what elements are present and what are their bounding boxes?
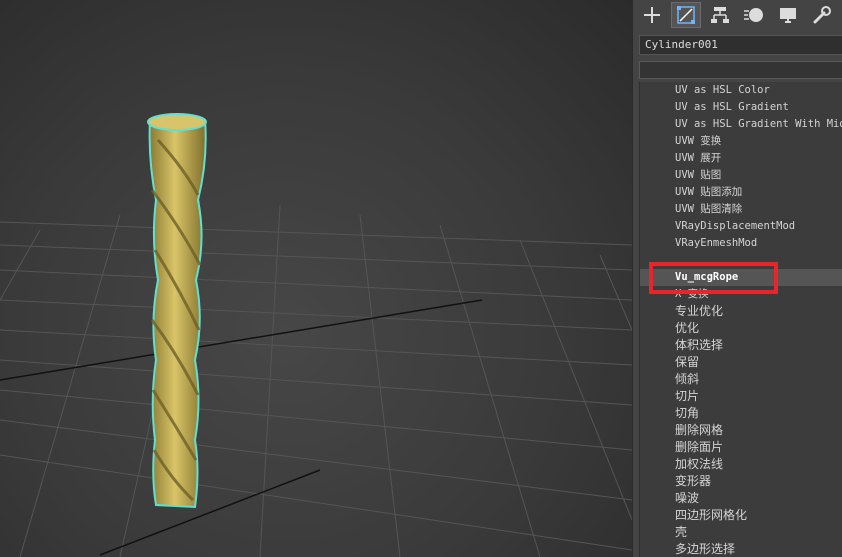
command-panel-tabs <box>633 0 842 30</box>
hierarchy-icon <box>711 7 729 23</box>
modifier-list-item[interactable]: 专业优化 <box>640 303 842 320</box>
object-name-field[interactable]: Cylinder001 <box>639 35 842 55</box>
modifier-list-item[interactable]: UV as HSL Color <box>640 82 842 99</box>
tab-display[interactable] <box>773 2 803 28</box>
modifier-list-item[interactable]: UVW 变换 <box>640 133 842 150</box>
modifier-list-item[interactable]: 切片 <box>640 388 842 405</box>
modifier-list-item[interactable]: 切角 <box>640 405 842 422</box>
tab-modify[interactable] <box>671 2 701 28</box>
tab-motion[interactable] <box>739 2 769 28</box>
modifier-list-item[interactable]: 体积选择 <box>640 337 842 354</box>
modifier-list-item[interactable]: UVW 贴图添加 <box>640 184 842 201</box>
modifier-list-item[interactable]: VRayDisplacementMod <box>640 218 842 235</box>
modifier-list[interactable]: UV as HSL Color UV as HSL Gradient UV as H… <box>639 82 842 557</box>
modifier-list-item[interactable]: UVW 贴图 <box>640 167 842 184</box>
motion-icon <box>744 8 763 22</box>
modifier-list-item[interactable]: UV as HSL Gradient With Midp <box>640 116 842 133</box>
display-icon <box>780 8 796 23</box>
modifier-list-dropdown[interactable] <box>639 61 842 79</box>
tab-hierarchy[interactable] <box>705 2 735 28</box>
modifier-list-item[interactable]: VRayEnmeshMod <box>640 235 842 252</box>
modifier-list-item[interactable]: 加权法线 <box>640 456 842 473</box>
modifier-list-item[interactable]: UV as HSL Gradient <box>640 99 842 116</box>
modifier-list-item[interactable]: 噪波 <box>640 490 842 507</box>
modifier-list-item[interactable]: X 变换 <box>640 286 842 303</box>
modifier-list-item[interactable]: 四边形网格化 <box>640 507 842 524</box>
modifier-list-item[interactable]: 多边形选择 <box>640 541 842 557</box>
tab-utilities[interactable] <box>807 2 837 28</box>
modifier-list-item[interactable]: 优化 <box>640 320 842 337</box>
modifier-list-item[interactable]: 删除网格 <box>640 422 842 439</box>
modifier-list-item[interactable] <box>640 252 842 269</box>
tab-create[interactable] <box>637 2 667 28</box>
grid-axes <box>0 219 483 556</box>
command-panel: Cylinder001 UV as HSL Color UV as HSL Gra… <box>632 0 842 557</box>
modify-icon <box>677 6 695 24</box>
modifier-list-item[interactable]: 倾斜 <box>640 371 842 388</box>
grid-lines <box>0 199 632 557</box>
rope-object <box>147 113 207 509</box>
modifier-list-item[interactable]: 壳 <box>640 524 842 541</box>
modifier-list-item[interactable]: 删除面片 <box>640 439 842 456</box>
plus-create-icon <box>644 7 660 23</box>
utilities-wrench-icon <box>813 6 831 24</box>
viewport-scene <box>0 113 632 557</box>
modifier-list-item[interactable]: UVW 贴图清除 <box>640 201 842 218</box>
viewport-perspective[interactable] <box>0 0 632 557</box>
modifier-list-item[interactable]: UVW 展开 <box>640 150 842 167</box>
modifier-list-item[interactable]: 变形器 <box>640 473 842 490</box>
modifier-list-item[interactable]: 保留 <box>640 354 842 371</box>
modifier-list-item[interactable]: Vu_mcgRope <box>640 269 842 286</box>
